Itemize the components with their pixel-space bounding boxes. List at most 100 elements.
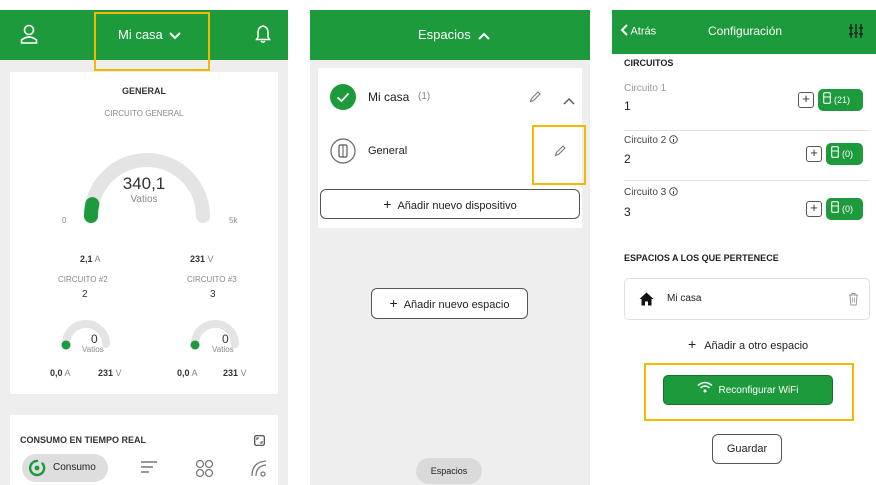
info-icon[interactable] — [669, 135, 678, 147]
circuits-section-title: CIRCUITOS — [624, 58, 674, 68]
add-device-label: Añadir nuevo dispositivo — [397, 200, 517, 212]
sliders-icon[interactable] — [140, 460, 158, 481]
circuit3-label-text: Circuito 3 — [624, 187, 667, 198]
circuit2-devices-button[interactable]: (0) — [826, 143, 863, 165]
circuit3-label: CIRCUITO #3 — [187, 275, 237, 284]
spaces-section-title: ESPACIOS A LOS QUE PERTENECE — [624, 253, 779, 263]
circuit3-label: Circuito 3 — [624, 187, 678, 199]
circuit3-unit: Vatios — [212, 345, 234, 354]
divider — [624, 130, 870, 131]
circuit2-label-text: Circuito 2 — [624, 135, 667, 146]
circuit2-value[interactable]: 2 — [624, 152, 631, 166]
add-device-button[interactable]: + Añadir nuevo dispositivo — [320, 189, 580, 219]
add-space-button[interactable]: + Añadir nuevo espacio — [371, 288, 528, 319]
highlight-space-selector — [94, 12, 210, 71]
chevron-up-icon — [478, 28, 491, 43]
device-icon — [831, 199, 839, 221]
circuit3-amps: 0,0 A — [177, 368, 198, 378]
device-name: General — [368, 145, 408, 157]
gauge-min: 0 — [62, 216, 67, 225]
wifi-button-label: Reconfigurar WiFi — [718, 385, 799, 397]
circuit3-value[interactable]: 3 — [624, 205, 631, 219]
add-to-space-label: Añadir a otro espacio — [704, 340, 809, 352]
circuit3-number: 3 — [210, 289, 216, 300]
settings-title: Configuración — [708, 24, 783, 38]
circuit1-devices-button[interactable]: (21) — [818, 89, 863, 111]
circuit3-devices-button[interactable]: (0) — [826, 198, 863, 220]
general-subtitle: CIRCUITO GENERAL — [104, 109, 184, 118]
circuit1-value[interactable]: 1 — [624, 99, 631, 113]
check-circle-icon — [330, 84, 356, 115]
plus-icon: + — [688, 336, 697, 352]
user-icon[interactable] — [20, 24, 38, 49]
plus-icon: + — [383, 196, 392, 212]
general-unit: Vatios — [130, 194, 158, 205]
divider — [624, 180, 870, 181]
circuit1-count: (21) — [834, 95, 851, 105]
circuit-settings-icon[interactable] — [848, 23, 864, 44]
gauge-max: 5k — [229, 216, 238, 225]
collapse-chevron-icon[interactable] — [563, 92, 575, 110]
circuit2-label: CIRCUITO #2 — [58, 275, 108, 284]
circuit2-volts: 231 V — [98, 368, 122, 378]
circuit2-count: (0) — [842, 149, 853, 159]
circuit3-value: 0 — [222, 332, 229, 346]
add-space-label: Añadir nuevo espacio — [403, 299, 510, 311]
spaces-pill[interactable]: Espacios — [416, 458, 482, 484]
circuit1-label: Circuito 1 — [624, 83, 667, 94]
plus-icon: + — [389, 295, 398, 311]
settings-header: Atrás Configuración — [612, 10, 876, 54]
home-screen: Mi casa GENERAL CIRCUITO GENERAL 340,1 V… — [0, 10, 288, 485]
circuit2-amps: 0,0 A — [50, 368, 71, 378]
chevron-left-icon — [620, 24, 628, 39]
consumo-icon — [28, 459, 46, 482]
settings-screen: Atrás Configuración CIRCUITOS Circuito 1… — [612, 10, 876, 485]
device-icon — [823, 90, 831, 112]
edit-space-icon[interactable] — [529, 90, 542, 108]
signal-icon[interactable] — [250, 459, 268, 482]
highlight-edit-device — [532, 125, 586, 185]
device-icon — [330, 138, 356, 169]
wifi-icon — [697, 376, 713, 405]
space-name: Mi casa — [368, 90, 410, 104]
devices-icon[interactable] — [195, 459, 215, 484]
spaces-header: Espacios — [310, 10, 590, 60]
nav-consumo-label: Consumo — [53, 462, 96, 473]
back-button[interactable]: Atrás — [620, 24, 656, 39]
general-value: 340,1 — [122, 174, 166, 193]
house-icon — [639, 292, 654, 311]
general-volts: 231 V — [190, 254, 214, 264]
circuit3-count: (0) — [842, 204, 853, 214]
space-item: Mi casa — [624, 278, 870, 320]
circuit1-add-button[interactable]: + — [798, 92, 814, 108]
circuit2-value: 0 — [91, 332, 98, 346]
nav-consumo[interactable]: Consumo — [22, 454, 108, 482]
save-button[interactable]: Guardar — [712, 434, 782, 464]
realtime-title: CONSUMO EN TIEMPO REAL — [20, 435, 147, 445]
space-row[interactable]: Mi casa (1) — [318, 68, 582, 126]
space-item-label: Mi casa — [667, 293, 702, 304]
expand-icon[interactable] — [254, 433, 265, 451]
spaces-toggle[interactable]: Espacios — [418, 27, 491, 43]
info-icon[interactable] — [669, 187, 678, 199]
circuit3-add-button[interactable]: + — [806, 201, 822, 217]
bell-icon[interactable] — [255, 24, 271, 49]
device-icon — [831, 144, 839, 166]
circuit2-unit: Vatios — [82, 345, 104, 354]
spaces-screen: Espacios Mi casa (1) General + Añadir nu… — [310, 10, 590, 485]
general-title: GENERAL — [121, 86, 166, 96]
spaces-header-title: Espacios — [418, 27, 471, 42]
circuit3-volts: 231 V — [223, 368, 247, 378]
bottom-nav: Consumo — [10, 450, 278, 485]
circuit2-label: Circuito 2 — [624, 135, 678, 147]
add-to-space-button[interactable]: + Añadir a otro espacio — [688, 336, 808, 352]
save-button-label: Guardar — [726, 443, 768, 455]
circuit2-add-button[interactable]: + — [806, 146, 822, 162]
space-count: (1) — [418, 91, 431, 102]
reconfigure-wifi-button[interactable]: Reconfigurar WiFi — [663, 375, 833, 405]
trash-icon[interactable] — [848, 292, 859, 311]
spaces-pill-label: Espacios — [430, 466, 468, 476]
general-amps: 2,1 A — [80, 254, 101, 264]
general-card: GENERAL CIRCUITO GENERAL 340,1 Vatios 0 … — [10, 72, 278, 394]
back-label: Atrás — [630, 25, 657, 38]
